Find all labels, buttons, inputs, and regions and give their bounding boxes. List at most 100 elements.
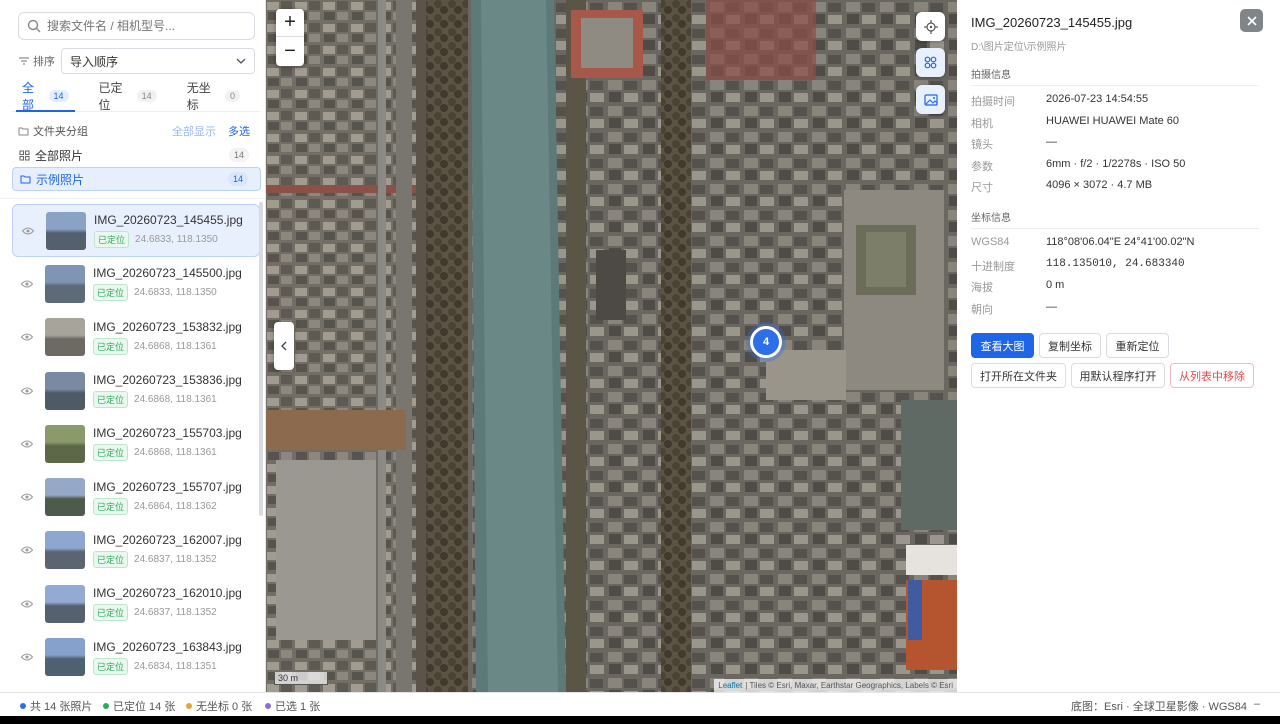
locate-button[interactable] (916, 12, 945, 41)
status-dot (265, 703, 271, 709)
located-badge: 已定位 (93, 657, 129, 675)
photo-list-item[interactable]: IMG_20260723_145500.jpg 已定位 24.6833, 118.1… (12, 257, 260, 310)
show-all-link[interactable]: 全部显示 (172, 123, 216, 139)
folder-group-header: 文件夹分组 全部显示 多选 (18, 122, 250, 140)
tab-label: 无坐标 (186, 80, 211, 112)
copy-coord-button[interactable]: 复制坐标 (1039, 333, 1101, 358)
eye-icon[interactable] (21, 387, 33, 395)
eye-icon[interactable] (21, 440, 33, 448)
search-box[interactable] (18, 12, 255, 40)
photo-list-item[interactable]: IMG_20260723_162010.jpg 已定位 24.6837, 118.1… (12, 577, 260, 630)
folder-item-sample-photos[interactable]: 示例照片 14 (12, 167, 261, 191)
list-scrollbar[interactable] (259, 202, 263, 516)
remove-from-list-button[interactable]: 从列表中移除 (1170, 363, 1254, 388)
photo-list-item[interactable]: IMG_20260723_155703.jpg 已定位 24.6868, 118.1… (12, 417, 260, 470)
collapse-panel-button[interactable] (274, 322, 294, 370)
located-badge: 已定位 (93, 337, 129, 355)
open-default-button[interactable]: 用默认程序打开 (1071, 363, 1165, 388)
photo-thumbnail[interactable] (45, 318, 85, 357)
left-panel: 排序 导入顺序 全部 14 已定位 14 无坐标 0 文件夹分组 全部显示 多选 (0, 0, 266, 692)
detail-row: 十进制度 118.135010, 24.683340 (971, 258, 1185, 274)
photo-list-item[interactable]: IMG_20260723_163843.jpg 已定位 24.6834, 118.1… (12, 630, 260, 683)
photo-thumbnail[interactable] (45, 478, 85, 517)
zoom-out-button[interactable]: − (276, 37, 304, 65)
sort-row: 排序 导入顺序 (18, 48, 255, 74)
map-attribution: Leaflet | Tiles © Esri, Maxar, Earthstar… (714, 679, 957, 692)
eye-icon[interactable] (21, 333, 33, 341)
multi-select-link[interactable]: 多选 (228, 123, 250, 139)
status-no-coord-text: 无坐标 0 张 (196, 701, 253, 713)
detail-title: IMG_20260723_145455.jpg (971, 15, 1133, 30)
photo-layer-button[interactable] (916, 85, 945, 114)
status-no-coord: 无坐标 0 张 (186, 698, 252, 714)
photo-thumbnail[interactable] (46, 211, 86, 250)
eye-icon[interactable] (22, 227, 34, 235)
folder-item-all-photos[interactable]: 全部照片 14 (12, 143, 261, 167)
photo-coordinates: 24.6834, 118.1351 (134, 660, 217, 672)
eye-icon[interactable] (21, 493, 33, 501)
coord-info-section: 坐标信息 (971, 209, 1259, 229)
map-view[interactable]: + − 4 30 m Leaflet | Tiles © Esri, Maxar… (266, 0, 957, 692)
close-icon (1246, 15, 1257, 26)
photo-thumbnail[interactable] (45, 584, 85, 623)
open-folder-button[interactable]: 打开所在文件夹 (971, 363, 1066, 388)
tab-all[interactable]: 全部 14 (12, 81, 79, 112)
folder-count: 14 (227, 172, 248, 186)
attribution-text: | Tiles © Esri, Maxar, Earthstar Geograp… (745, 681, 953, 690)
zoom-in-button[interactable]: + (276, 9, 304, 37)
status-basemap: 底图：Esri · 全球卫星影像 · WGS84 (1071, 701, 1248, 713)
photo-thumbnail[interactable] (45, 531, 85, 570)
status-dash: – (1254, 698, 1261, 710)
photo-thumbnail[interactable] (45, 264, 85, 303)
chevron-left-icon (281, 341, 287, 351)
chevron-down-icon (236, 58, 246, 64)
detail-value: — (1046, 136, 1057, 148)
photo-thumbnail[interactable] (45, 371, 85, 410)
photo-list-item[interactable]: IMG_20260723_145455.jpg 已定位 24.6833, 118.1… (12, 204, 260, 258)
image-icon (923, 93, 938, 106)
photo-coordinates: 24.6837, 118.1352 (134, 553, 217, 565)
detail-value: 0 m (1046, 279, 1065, 291)
relocate-button[interactable]: 重新定位 (1106, 333, 1169, 358)
eye-icon[interactable] (21, 280, 33, 288)
photo-coordinates: 24.6864, 118.1362 (134, 500, 217, 512)
photo-thumbnail[interactable] (45, 424, 85, 463)
tab-label: 全部 (22, 80, 35, 112)
photo-cluster-marker[interactable]: 4 (750, 326, 782, 358)
photo-filename: IMG_20260723_153836.jpg (93, 373, 242, 388)
photo-thumbnail[interactable] (45, 638, 85, 677)
tab-located[interactable]: 已定位 14 (89, 81, 167, 112)
photo-list-item[interactable]: IMG_20260723_162007.jpg 已定位 24.6837, 118.1… (12, 524, 260, 577)
detail-key: 参数 (971, 160, 993, 173)
view-large-button[interactable]: 查看大图 (971, 333, 1034, 358)
located-badge: 已定位 (93, 550, 129, 568)
sort-label: 排序 (33, 56, 55, 68)
eye-icon[interactable] (21, 546, 33, 554)
leaflet-link[interactable]: Leaflet (718, 679, 742, 692)
photo-list-item[interactable]: IMG_20260723_153836.jpg 已定位 24.6868, 118.1… (12, 364, 260, 417)
search-icon (27, 19, 41, 33)
tab-no-coord[interactable]: 无坐标 0 (177, 81, 250, 112)
located-badge: 已定位 (93, 604, 129, 622)
status-located-text: 已定位 14 张 (113, 701, 176, 713)
sort-select[interactable]: 导入顺序 (61, 48, 255, 74)
status-total-text: 共 14 张照片 (30, 701, 93, 713)
photo-filename: IMG_20260723_153832.jpg (93, 319, 242, 334)
photo-list-item[interactable]: IMG_20260723_153832.jpg 已定位 24.6868, 118.1… (12, 311, 260, 364)
close-button[interactable] (1240, 9, 1263, 32)
photo-coordinates: 24.6868, 118.1361 (134, 340, 217, 352)
window-bottom-edge (0, 716, 1280, 724)
search-input[interactable] (47, 19, 237, 33)
detail-value: 4096 × 3072 · 4.7 MB (1046, 179, 1153, 191)
folder-icon (20, 175, 31, 184)
cluster-toggle-button[interactable] (916, 48, 945, 77)
photo-coordinates: 24.6837, 118.1352 (134, 607, 217, 619)
eye-icon[interactable] (21, 600, 33, 608)
photo-list-item[interactable]: IMG_20260723_155707.jpg 已定位 24.6864, 118.1… (12, 470, 260, 523)
located-badge: 已定位 (94, 231, 130, 249)
eye-icon[interactable] (21, 653, 33, 661)
photo-filename: IMG_20260723_145455.jpg (94, 213, 243, 228)
detail-row: 拍摄时间 2026-07-23 14:54:55 (971, 93, 1148, 109)
located-badge: 已定位 (93, 497, 129, 515)
detail-key: 十进制度 (971, 260, 1015, 273)
